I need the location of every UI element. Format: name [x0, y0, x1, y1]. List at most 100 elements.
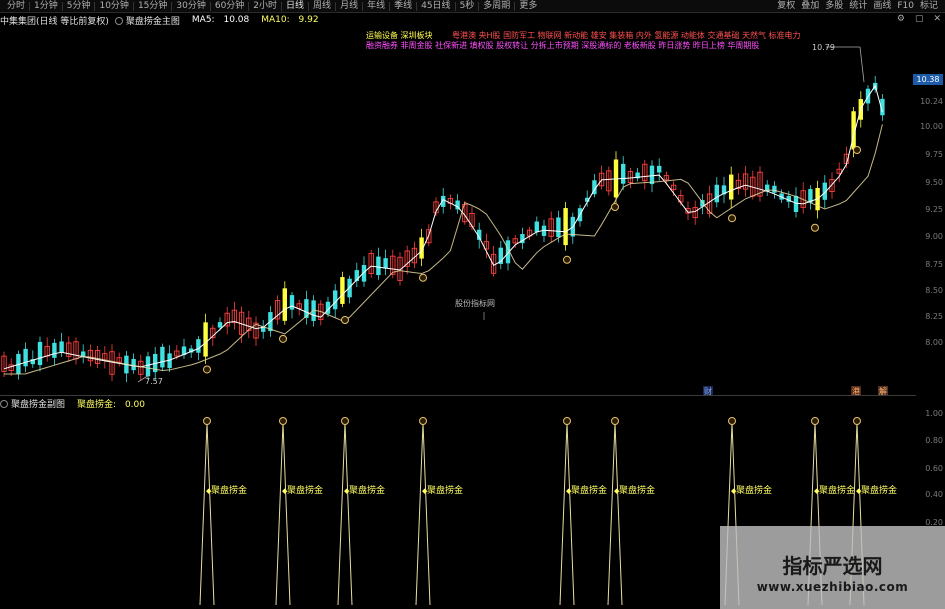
- main-chart-header: 中集集团(日线 等比前复权) 聚盘捞金主图 MA5: 10.08 MA10: 9…: [0, 14, 331, 27]
- signal-spike: [559, 422, 575, 606]
- tool-button[interactable]: 多股: [822, 0, 846, 12]
- period-toolbar: 分时 1分钟 5分钟 10分钟 15分钟 30分钟 60分钟 2小时 日线 周线 月线 年线 季线 45日…: [0, 0, 945, 13]
- toolbar-separator: [478, 1, 480, 11]
- coin-icon: [811, 417, 819, 425]
- maximize-icon[interactable]: ▢: [915, 14, 924, 24]
- candle: [145, 356, 151, 377]
- axis-label: 8.25: [925, 312, 943, 321]
- tool-button[interactable]: 叠加: [798, 0, 822, 12]
- period-tab[interactable]: 更多: [516, 0, 540, 12]
- candle: [52, 342, 57, 358]
- period-tab[interactable]: 月线: [337, 0, 361, 12]
- toolbar-separator: [171, 1, 173, 11]
- signal-dot-icon: ◆: [282, 487, 288, 495]
- toolbar-separator: [132, 1, 134, 11]
- coin-signal-icon: [811, 223, 819, 232]
- signal-spike: [199, 422, 215, 606]
- signal-spike: [337, 422, 353, 606]
- signal-spike: [275, 422, 291, 606]
- sub-indicator-name[interactable]: 聚盘捞金副图: [0, 397, 77, 410]
- tool-button[interactable]: F10: [894, 0, 917, 12]
- sub-axis-label: 1.00: [925, 409, 943, 418]
- candle: [621, 163, 626, 184]
- candle: [556, 217, 561, 238]
- period-tab[interactable]: 季线: [391, 0, 415, 12]
- toolbar-separator: [389, 1, 391, 11]
- signal-label: 聚盘捞金: [211, 484, 247, 496]
- signal-dot-icon: ◆: [344, 487, 350, 495]
- period-tab[interactable]: 15分钟: [135, 0, 170, 12]
- badge-finance: 财: [704, 386, 712, 395]
- ma5-label: MA5:: [191, 15, 215, 25]
- toolbar-separator: [29, 1, 31, 11]
- period-tab[interactable]: 10分钟: [96, 0, 131, 12]
- sub-axis-label: 0.60: [925, 464, 943, 473]
- period-tab[interactable]: 分时: [4, 0, 28, 12]
- sub-value-label: 聚盘捞金:: [77, 399, 117, 410]
- signal-dot-icon: ◆: [566, 487, 572, 495]
- period-tab[interactable]: 5分钟: [64, 0, 94, 12]
- signal-label: 聚盘捞金: [349, 484, 385, 496]
- toolbar-separator: [94, 1, 96, 11]
- candle: [81, 351, 86, 357]
- axis-label: 10.00: [920, 122, 943, 131]
- period-tab[interactable]: 日线: [283, 0, 307, 12]
- signal-dot-icon: ◆: [206, 487, 212, 495]
- period-tab[interactable]: 2小时: [250, 0, 280, 12]
- period-tab[interactable]: 周线: [310, 0, 334, 12]
- settings-icon[interactable]: ⚙: [897, 14, 905, 24]
- indicator-close-icon[interactable]: [114, 16, 123, 25]
- ma10-readout: MA10: 9.92: [261, 15, 330, 25]
- tool-button[interactable]: 复权: [774, 0, 798, 12]
- toolbar-separator: [281, 1, 283, 11]
- axis-label: 9.50: [925, 178, 943, 187]
- axis-label: 9.25: [925, 205, 943, 214]
- tool-button[interactable]: 画线: [870, 0, 894, 12]
- coin-icon: [728, 417, 736, 425]
- sub-axis-label: 0.40: [925, 490, 943, 499]
- indicator-name[interactable]: 聚盘捞金主图: [114, 14, 192, 27]
- stock-title: 中集集团(日线 等比前复权): [0, 16, 109, 27]
- close-icon[interactable]: ✕: [933, 14, 941, 24]
- ma10-value: 9.92: [298, 15, 319, 25]
- candle: [383, 258, 388, 269]
- toolbar-separator: [362, 1, 364, 11]
- sub-chart-header: 聚盘捞金副图 聚盘捞金: 0.00: [0, 397, 157, 410]
- ma5-line: [3, 84, 883, 370]
- candle: [340, 277, 345, 304]
- period-tab[interactable]: 60分钟: [212, 0, 247, 12]
- high-value: 10.79: [812, 43, 835, 52]
- period-tab[interactable]: 年线: [364, 0, 388, 12]
- tool-button[interactable]: 统计: [846, 0, 870, 12]
- candle: [563, 208, 568, 246]
- candle: [729, 174, 734, 200]
- period-tab[interactable]: 5秒: [457, 0, 478, 12]
- toolbar-separator: [335, 1, 337, 11]
- candles-layer: [1, 75, 885, 383]
- high-marker: 10.79: [812, 43, 865, 83]
- coin-icon: [419, 417, 427, 425]
- tool-button[interactable]: 标记: [917, 0, 941, 12]
- signal-spike: [415, 422, 431, 606]
- period-tab[interactable]: 1分钟: [31, 0, 61, 12]
- toolbar-separator: [248, 1, 250, 11]
- signal-dot-icon: ◆: [731, 487, 737, 495]
- coin-signal-icon: [611, 203, 619, 211]
- candle: [534, 221, 539, 233]
- candle: [282, 288, 287, 321]
- coin-icon: [853, 417, 861, 425]
- candlestick-chart[interactable]: 10.79 7.57 股份指标网 财 港 解: [0, 28, 916, 395]
- candle: [59, 341, 64, 353]
- coin-signal-icon: [203, 365, 211, 374]
- period-tab[interactable]: 多周期: [480, 0, 513, 12]
- toolbar-separator: [209, 1, 211, 11]
- period-tab[interactable]: 30分钟: [173, 0, 208, 12]
- ma5-value: 10.08: [223, 15, 250, 25]
- sub-indicator-close-icon[interactable]: [0, 399, 8, 408]
- coin-signal-icon: [419, 273, 427, 282]
- period-tab[interactable]: 45日线: [418, 0, 453, 12]
- axis-label: 8.75: [925, 260, 943, 269]
- candle: [217, 322, 223, 328]
- candle: [160, 346, 165, 368]
- candle: [649, 165, 655, 185]
